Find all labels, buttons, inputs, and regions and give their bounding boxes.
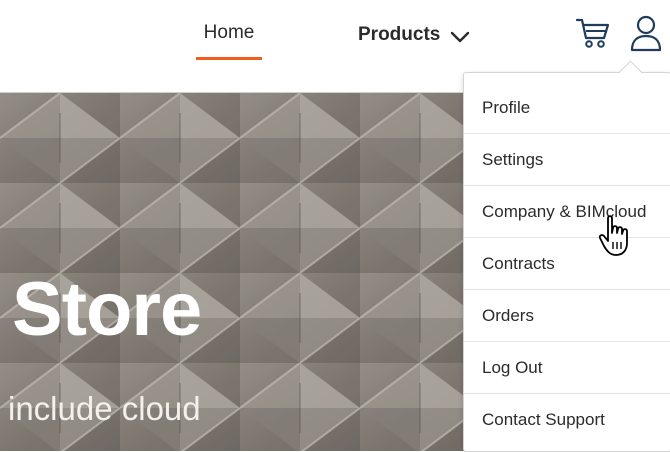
menu-item-contact-support[interactable]: Contact Support xyxy=(464,394,670,446)
nav-home-link[interactable]: Home xyxy=(196,20,262,60)
active-tab-indicator xyxy=(196,57,262,60)
menu-item-settings[interactable]: Settings xyxy=(464,134,670,186)
menu-item-contracts[interactable]: Contracts xyxy=(464,238,670,290)
nav-products-menu[interactable]: Products xyxy=(358,20,470,50)
hand-pointer-icon xyxy=(598,215,628,256)
user-icon[interactable] xyxy=(627,10,665,54)
nav-products-label: Products xyxy=(358,24,441,45)
menu-item-log-out[interactable]: Log Out xyxy=(464,342,670,394)
menu-item-profile[interactable]: Profile xyxy=(464,82,670,134)
user-dropdown-menu: Profile Settings Company & BIMcloud Cont… xyxy=(463,60,670,452)
nav-home-label: Home xyxy=(203,22,255,43)
hero-title: Store xyxy=(12,267,202,352)
menu-item-orders[interactable]: Orders xyxy=(464,290,670,342)
menu-item-company-bimcloud[interactable]: Company & BIMcloud xyxy=(464,186,670,238)
cart-icon[interactable] xyxy=(575,16,611,50)
chevron-down-icon xyxy=(451,31,470,43)
hero-subtitle: include cloud xyxy=(8,390,201,427)
